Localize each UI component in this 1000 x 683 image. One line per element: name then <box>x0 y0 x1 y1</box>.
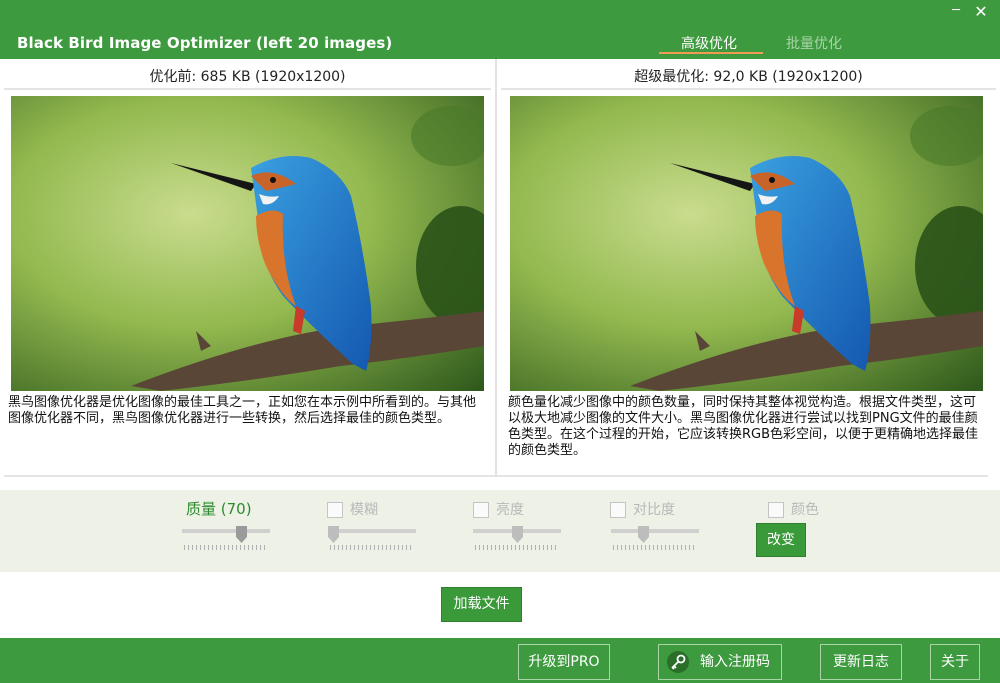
enter-registration-code-button[interactable]: 输入注册码 <box>658 644 782 680</box>
brightness-slider-thumb[interactable] <box>512 526 523 543</box>
contrast-label: 对比度 <box>633 502 675 518</box>
optimized-size-caption: 超级最优化: 92,0 KB (1920x1200) <box>634 69 863 85</box>
brightness-slider[interactable] <box>473 526 561 550</box>
key-icon <box>667 651 689 673</box>
blur-slider[interactable] <box>328 526 416 550</box>
about-button[interactable]: 关于 <box>930 644 980 680</box>
change-button[interactable]: 改变 <box>756 523 806 557</box>
divider <box>4 475 988 477</box>
blur-label: 模糊 <box>350 502 378 518</box>
original-image-panel: 优化前: 685 KB (1920x1200) 黑鸟图像优化器是优化图像的最佳工… <box>0 59 495 476</box>
original-description: 黑鸟图像优化器是优化图像的最佳工具之一，正如您在本示例中所看到的。与其他图像优化… <box>8 395 477 426</box>
brightness-checkbox[interactable] <box>473 502 489 518</box>
quality-slider[interactable] <box>182 526 270 550</box>
app-title: Black Bird Image Optimizer (left 20 imag… <box>17 34 393 52</box>
color-label: 颜色 <box>791 502 819 518</box>
contrast-slider[interactable] <box>611 526 699 550</box>
optimized-image-panel: 超级最优化: 92,0 KB (1920x1200) 颜色量化减少图像中的颜色数… <box>497 59 1000 476</box>
brightness-label: 亮度 <box>496 502 524 518</box>
register-button-label: 输入注册码 <box>700 654 770 670</box>
optimization-controls: 质量 (70) 模糊 亮度 对比度 颜色 改变 <box>0 490 1000 572</box>
quality-slider-thumb[interactable] <box>236 526 247 543</box>
blur-checkbox[interactable] <box>327 502 343 518</box>
active-tab-underline <box>659 52 763 54</box>
tab-batch-optimization[interactable]: 批量优化 <box>786 33 842 53</box>
divider <box>4 88 491 90</box>
optimized-image-preview <box>510 96 983 391</box>
optimized-description: 颜色量化减少图像中的颜色数量，同时保持其整体视觉构造。根据文件类型，这可以极大地… <box>508 395 979 458</box>
original-image-preview <box>11 96 484 391</box>
footer-bar: 升级到PRO 输入注册码 更新日志 关于 <box>0 638 1000 683</box>
close-icon[interactable]: ✕ <box>972 3 990 21</box>
divider <box>501 88 996 90</box>
title-bar: ─ ✕ Black Bird Image Optimizer (left 20 … <box>0 0 1000 59</box>
tab-advanced-optimization[interactable]: 高级优化 <box>681 33 737 53</box>
contrast-checkbox[interactable] <box>610 502 626 518</box>
blur-slider-thumb[interactable] <box>328 526 339 543</box>
load-file-button[interactable]: 加载文件 <box>441 587 522 622</box>
changelog-button[interactable]: 更新日志 <box>820 644 902 680</box>
quality-label: 质量 (70) <box>186 500 252 518</box>
upgrade-to-pro-button[interactable]: 升级到PRO <box>518 644 610 680</box>
minimize-icon[interactable]: ─ <box>947 2 965 20</box>
contrast-slider-thumb[interactable] <box>638 526 649 543</box>
original-size-caption: 优化前: 685 KB (1920x1200) <box>149 69 346 85</box>
color-checkbox[interactable] <box>768 502 784 518</box>
